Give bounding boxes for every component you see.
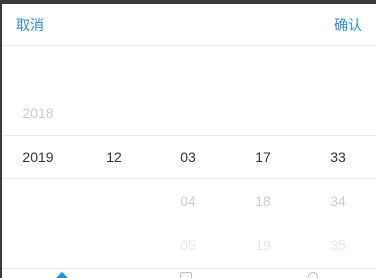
- year-option-prev[interactable]: 2018: [3, 91, 73, 135]
- hour-column[interactable]: 17 18 19: [228, 46, 298, 268]
- home-icon[interactable]: [54, 271, 70, 278]
- user-icon-shape: [308, 272, 318, 278]
- minute-option-selected[interactable]: 33: [303, 135, 373, 179]
- calendar-icon[interactable]: [180, 272, 194, 278]
- picker-header: 取消 确认: [2, 4, 376, 46]
- user-icon[interactable]: [308, 272, 322, 278]
- hour-option-selected[interactable]: 17: [228, 135, 298, 179]
- confirm-button[interactable]: 确认: [334, 4, 362, 46]
- date-time-wheel-picker[interactable]: 2018 2019 12 03 04 05 17 18 19 33 34 35: [2, 46, 376, 268]
- minute-column[interactable]: 33 34 35: [303, 46, 373, 268]
- calendar-icon-shape: [180, 272, 192, 278]
- minute-option-next-2[interactable]: 35: [303, 223, 373, 267]
- year-option-selected[interactable]: 2019: [3, 135, 73, 179]
- hour-option-next-1[interactable]: 18: [228, 179, 298, 223]
- date-time-picker-screen: 取消 确认 2018 2019 12 03 04 05 17 18 19 33 …: [0, 0, 376, 278]
- day-option-next-1[interactable]: 04: [153, 179, 223, 223]
- cancel-button[interactable]: 取消: [16, 4, 44, 46]
- month-column[interactable]: 12: [79, 46, 149, 268]
- day-option-selected[interactable]: 03: [153, 135, 223, 179]
- day-option-next-2[interactable]: 05: [153, 223, 223, 267]
- minute-option-next-1[interactable]: 34: [303, 179, 373, 223]
- hour-option-next-2[interactable]: 19: [228, 223, 298, 267]
- bottom-navigation: [2, 268, 376, 278]
- day-column[interactable]: 03 04 05: [153, 46, 223, 268]
- home-icon-shape: [54, 271, 70, 278]
- year-column[interactable]: 2018 2019: [3, 46, 73, 268]
- month-option-selected[interactable]: 12: [79, 135, 149, 179]
